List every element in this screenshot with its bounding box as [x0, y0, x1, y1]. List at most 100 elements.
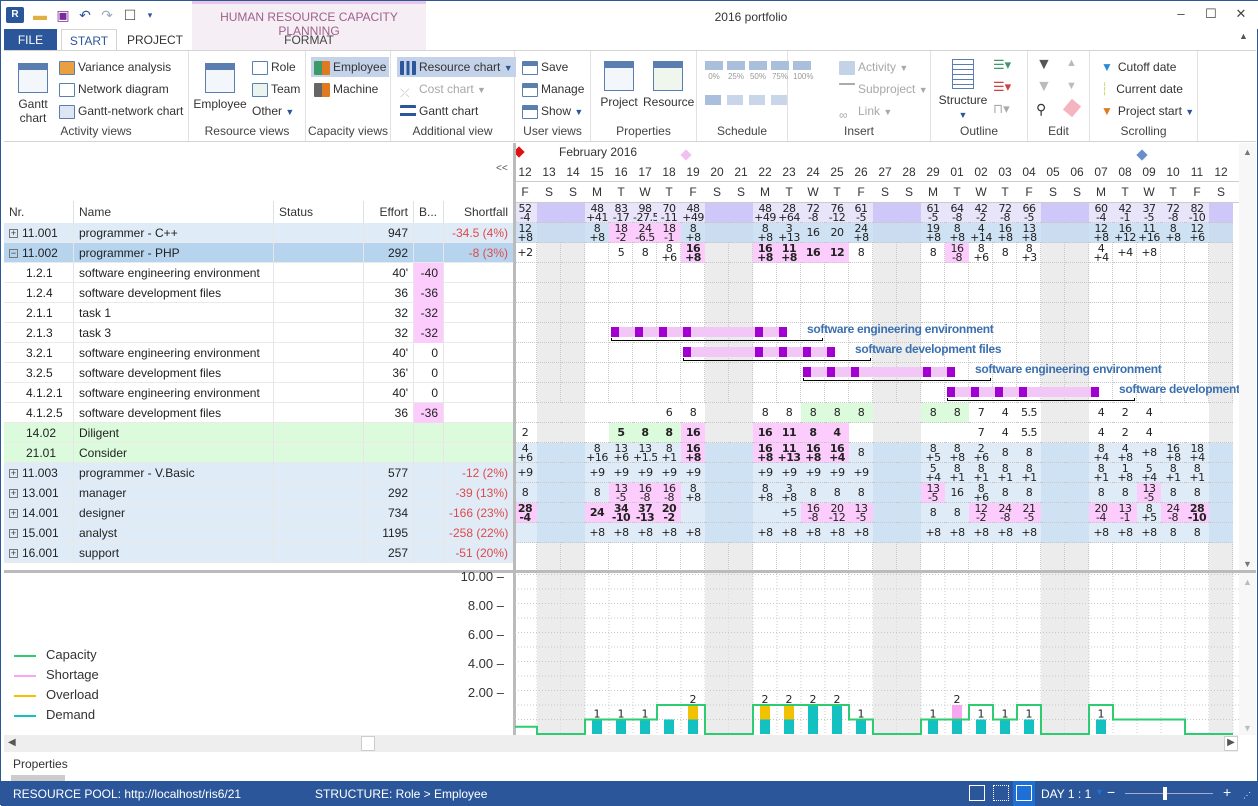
- capacity-cell[interactable]: [537, 303, 561, 323]
- capacity-cell[interactable]: [1065, 343, 1089, 363]
- capacity-cell[interactable]: 24 -6.5: [633, 223, 657, 243]
- capacity-cell[interactable]: [561, 423, 585, 443]
- insert-link-button[interactable]: ∞ Link ▼: [836, 101, 895, 122]
- capacity-cell[interactable]: [897, 243, 921, 263]
- capacity-cell[interactable]: [515, 383, 537, 403]
- capacity-cell[interactable]: 3 +8: [777, 483, 801, 503]
- capacity-cell[interactable]: [537, 283, 561, 303]
- capacity-cell[interactable]: [561, 383, 585, 403]
- expand-icon[interactable]: +: [9, 509, 18, 519]
- capacity-cell[interactable]: [515, 323, 537, 343]
- col-header-shortfall[interactable]: Shortfall: [444, 201, 514, 223]
- capacity-cell[interactable]: +9: [585, 463, 609, 483]
- capacity-cell[interactable]: +8: [681, 523, 705, 543]
- capacity-cell[interactable]: [1041, 303, 1065, 323]
- capacity-cell[interactable]: +8: [657, 523, 681, 543]
- capacity-cell[interactable]: 12: [825, 243, 849, 263]
- capacity-cell[interactable]: [537, 423, 561, 443]
- expand-icon[interactable]: +: [9, 529, 18, 539]
- project-properties-button[interactable]: Project: [597, 61, 641, 109]
- capacity-cell[interactable]: [1209, 503, 1233, 523]
- capacity-cell[interactable]: [515, 403, 537, 423]
- capacity-cell[interactable]: 2: [1113, 423, 1137, 443]
- capacity-cell[interactable]: [585, 283, 609, 303]
- sort-down-icon[interactable]: ▼: [1066, 80, 1077, 92]
- capacity-cell[interactable]: [825, 303, 849, 323]
- scroll-up-icon[interactable]: ▲: [1239, 577, 1256, 587]
- capacity-cell[interactable]: [945, 283, 969, 303]
- capacity-cell[interactable]: 5: [609, 423, 633, 443]
- capacity-cell[interactable]: [1065, 403, 1089, 423]
- capacity-cell[interactable]: 11 +16: [1137, 223, 1161, 243]
- capacity-cell[interactable]: [873, 523, 897, 543]
- team-button[interactable]: Team: [249, 79, 303, 99]
- capacity-cell[interactable]: 5 +4: [1137, 463, 1161, 483]
- capacity-cell[interactable]: [1065, 503, 1089, 523]
- capacity-cell[interactable]: +9: [515, 463, 537, 483]
- capacity-cell[interactable]: +8: [585, 523, 609, 543]
- structure-button[interactable]: Structure ▼: [935, 59, 991, 122]
- capacity-cell[interactable]: 8 +8: [945, 223, 969, 243]
- capacity-cell[interactable]: 20 -4: [1089, 503, 1113, 523]
- capacity-cell[interactable]: [561, 203, 585, 223]
- capacity-cell[interactable]: 72 -8: [993, 203, 1017, 223]
- capacity-cell[interactable]: [585, 243, 609, 263]
- capacity-cell[interactable]: [537, 203, 561, 223]
- capacity-cell[interactable]: 16 +8: [801, 443, 825, 463]
- capacity-cell[interactable]: 8: [1017, 483, 1041, 503]
- capacity-cell[interactable]: [897, 223, 921, 243]
- capacity-cell[interactable]: [873, 303, 897, 323]
- capacity-cell[interactable]: 8: [1089, 483, 1113, 503]
- capacity-cell[interactable]: [515, 343, 537, 363]
- capacity-cell[interactable]: [729, 423, 753, 443]
- capacity-cell[interactable]: 13 +8: [1017, 223, 1041, 243]
- capacity-cell[interactable]: [585, 343, 609, 363]
- capacity-view-icon[interactable]: [1013, 781, 1035, 806]
- capacity-cell[interactable]: 98 -27.5: [633, 203, 659, 223]
- capacity-cell[interactable]: [729, 303, 753, 323]
- capacity-cell[interactable]: [1065, 243, 1089, 263]
- capacity-cell[interactable]: [801, 283, 825, 303]
- capacity-cell[interactable]: [609, 343, 633, 363]
- capacity-cell[interactable]: +8: [1089, 523, 1113, 543]
- capacity-cell[interactable]: 8: [1185, 483, 1209, 503]
- capacity-cell[interactable]: [1017, 303, 1041, 323]
- capacity-cell[interactable]: 8: [777, 403, 801, 423]
- expand-icon[interactable]: +: [9, 489, 18, 499]
- capacity-cell[interactable]: 8 +8: [945, 443, 969, 463]
- capacity-cell[interactable]: [1065, 303, 1089, 323]
- capacity-cell[interactable]: [537, 383, 561, 403]
- capacity-cell[interactable]: 5.5: [1017, 423, 1041, 443]
- capacity-cell[interactable]: [921, 303, 945, 323]
- capacity-cell[interactable]: 13 -1: [1113, 503, 1137, 523]
- cutoff-date-button[interactable]: ▼ Cutoff date: [1098, 57, 1179, 77]
- capacity-cell[interactable]: [873, 403, 897, 423]
- capacity-cell[interactable]: +8: [993, 523, 1017, 543]
- resource-table-view-icon[interactable]: [993, 785, 1009, 801]
- capacity-cell[interactable]: 24 -8: [993, 503, 1017, 523]
- window-icon[interactable]: ☐: [121, 7, 139, 23]
- capacity-cell[interactable]: 16 +12: [1113, 223, 1137, 243]
- capacity-cell[interactable]: 8: [801, 423, 825, 443]
- capacity-cell[interactable]: 8: [681, 403, 705, 423]
- capacity-cell[interactable]: 7: [969, 423, 993, 443]
- capacity-cell[interactable]: 11: [777, 423, 801, 443]
- capacity-cell[interactable]: [873, 263, 897, 283]
- move-icon[interactable]: ⊓▾: [993, 101, 1010, 117]
- insert-activity-button[interactable]: Activity ▼: [836, 57, 911, 77]
- capacity-cell[interactable]: +9: [753, 463, 777, 483]
- capacity-cell[interactable]: +9: [777, 463, 801, 483]
- properties-tab[interactable]: Properties: [13, 757, 68, 771]
- capacity-cell[interactable]: 20: [825, 223, 849, 243]
- capacity-cell[interactable]: [921, 423, 945, 443]
- capacity-cell[interactable]: +8: [1137, 243, 1161, 263]
- capacity-cell[interactable]: [585, 383, 609, 403]
- capacity-cell[interactable]: 28 -4: [515, 503, 537, 523]
- capacity-cell[interactable]: [1113, 303, 1137, 323]
- capacity-cell[interactable]: [705, 203, 729, 223]
- capacity-cell[interactable]: [1065, 523, 1089, 543]
- capacity-cell[interactable]: [537, 323, 561, 343]
- resize-grip-icon[interactable]: ⋰: [1243, 791, 1251, 800]
- capacity-cell[interactable]: [705, 483, 729, 503]
- capacity-cell[interactable]: [1065, 483, 1089, 503]
